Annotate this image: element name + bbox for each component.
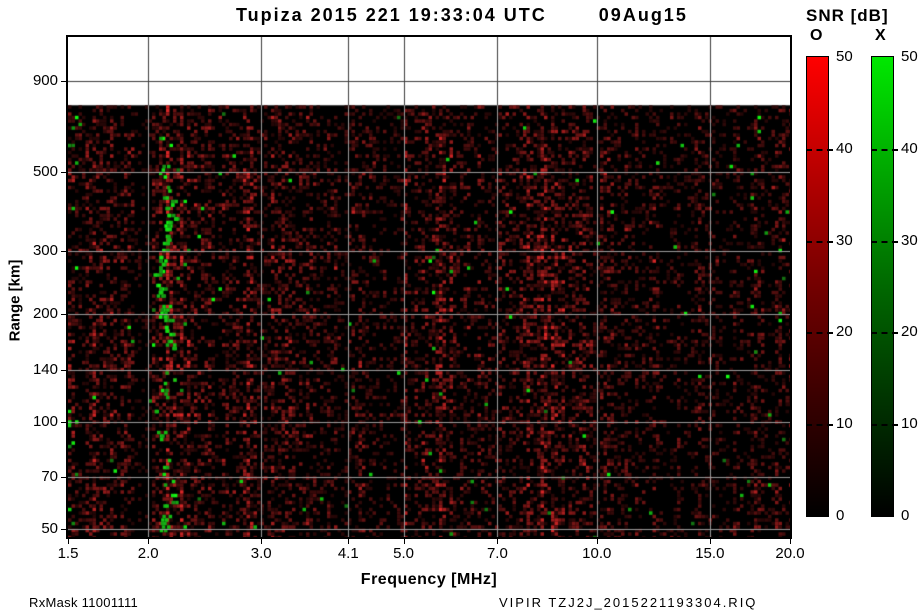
colorbar-tick-dash: [871, 148, 898, 151]
y-axis-tick: [61, 172, 66, 174]
colorbar-tick-label: 10: [836, 415, 853, 433]
colorbar-tick-dash: [871, 332, 898, 335]
y-axis-tick: [61, 421, 66, 423]
x-axis-tick-label: 5.0: [393, 545, 415, 562]
colorbar-tick-label: 10: [901, 415, 918, 433]
x-axis-tick-label: 10.0: [582, 545, 612, 562]
colorbar-tick-label: 0: [836, 507, 845, 524]
colorbar-tick-dash: [871, 240, 898, 243]
x-axis-tick-label: 7.0: [486, 545, 508, 562]
x-axis-tick: [790, 539, 791, 544]
x-axis-tick-label: 15.0: [695, 545, 725, 562]
colorbar-tick-dash: [806, 240, 833, 243]
x-mode-colorbar-label: X: [875, 27, 886, 44]
y-axis-tick-label: 100: [32, 412, 58, 430]
y-axis-tick: [61, 529, 66, 531]
y-axis-title: Range [km]: [6, 259, 24, 342]
footer-filename: VIPIR TZJ2J_2015221193304.RIQ: [499, 595, 758, 610]
colorbar-tick-label: 50: [836, 48, 853, 65]
snr-heatmap-canvas: [68, 37, 790, 537]
colorbar-tick-label: 20: [836, 323, 853, 341]
x-axis-tick: [68, 539, 69, 544]
y-axis-tick-label: 50: [41, 520, 58, 538]
y-axis-tick: [61, 251, 66, 253]
x-axis-tick: [148, 539, 150, 544]
colorbar-tick-label: 30: [901, 231, 918, 249]
y-axis-tick: [61, 477, 66, 479]
x-axis-tick-label: 1.5: [57, 545, 79, 562]
colorbar-tick-label: 40: [901, 139, 918, 157]
x-mode-colorbar: [871, 56, 898, 517]
colorbar-tick-dash: [806, 148, 833, 151]
x-axis-title: Frequency [MHz]: [360, 571, 498, 588]
y-axis-tick: [61, 369, 66, 371]
y-axis-tick-label: 140: [32, 360, 58, 378]
y-axis-tick: [61, 81, 66, 83]
colorbar-tick-label: 30: [836, 231, 853, 249]
colorbar-tick-label: 20: [901, 323, 918, 341]
colorbar-tick-label: 50: [901, 48, 918, 65]
x-axis-tick: [403, 539, 405, 544]
vipir-ionogram-window: Tupiza 2015 221 19:33:04 UTC 09Aug15 SNR…: [0, 0, 922, 614]
x-axis-tick-label: 20.0: [775, 545, 805, 562]
x-axis-tick: [261, 539, 263, 544]
title-station-time: Tupiza 2015 221 19:33:04 UTC: [236, 5, 547, 25]
x-axis-tick: [709, 539, 711, 544]
y-axis-tick: [61, 314, 66, 316]
y-axis-tick-label: 70: [41, 468, 58, 486]
colorbar-tick-dash: [806, 332, 833, 335]
y-axis-tick-label: 900: [32, 72, 58, 90]
colorbar-tick-dash: [806, 424, 833, 427]
plot-frame: [66, 35, 792, 539]
colorbar-title: SNR [dB]: [806, 6, 889, 25]
page-title: Tupiza 2015 221 19:33:04 UTC 09Aug15: [236, 5, 688, 26]
colorbar-tick-label: 40: [836, 139, 853, 157]
x-axis-tick: [348, 539, 350, 544]
colorbar-tick-label: 0: [901, 507, 910, 524]
title-date: 09Aug15: [598, 5, 688, 25]
x-axis-tick: [596, 539, 598, 544]
y-axis-tick-label: 500: [32, 163, 58, 181]
colorbar-tick-dash: [871, 424, 898, 427]
x-axis-tick-label: 3.0: [250, 545, 272, 562]
x-axis-tick-label: 4.1: [337, 545, 359, 562]
o-mode-colorbar: [806, 56, 833, 517]
x-axis-tick: [497, 539, 499, 544]
x-axis-tick-label: 2.0: [137, 545, 159, 562]
footer-rxmask: RxMask 11001111: [29, 595, 139, 610]
o-mode-colorbar-label: O: [810, 27, 823, 44]
